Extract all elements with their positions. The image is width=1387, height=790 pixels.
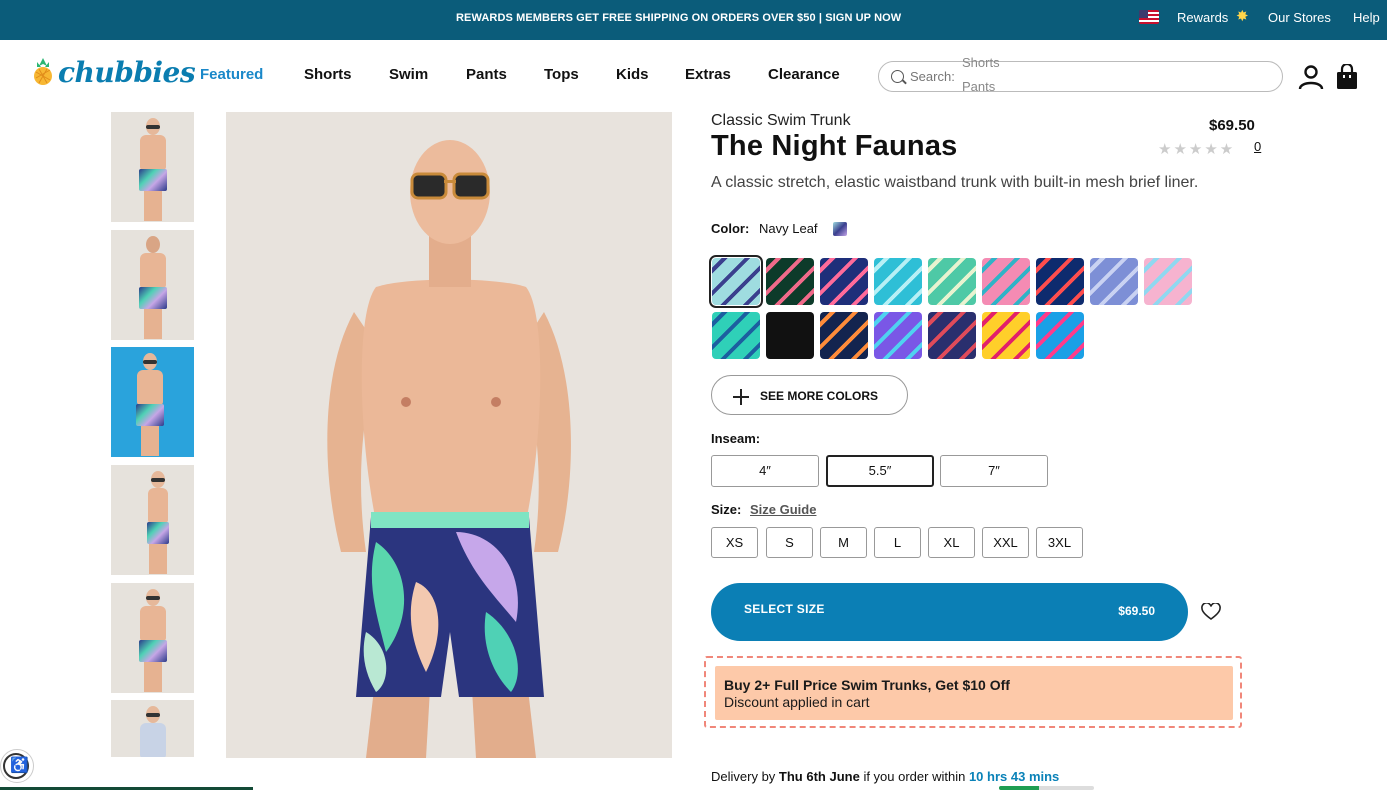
size-option-3xl[interactable]: 3XL <box>1036 527 1083 558</box>
inseam-option-7[interactable]: 7″ <box>940 455 1048 487</box>
our-stores-link[interactable]: Our Stores <box>1268 10 1331 25</box>
color-swatch[interactable] <box>928 258 976 305</box>
discount-promo-banner: Buy 2+ Full Price Swim Trunks, Get $10 O… <box>704 656 1242 728</box>
color-swatch[interactable] <box>709 255 763 308</box>
color-swatch[interactable] <box>982 312 1030 359</box>
product-type: Classic Swim Trunk <box>711 112 851 129</box>
selected-color-swatch <box>833 222 847 236</box>
color-swatch[interactable] <box>928 312 976 359</box>
delivery-date: Thu 6th June <box>778 769 860 784</box>
delivery-middle: if you order within <box>863 769 966 784</box>
rewards-link[interactable]: Rewards <box>1177 10 1228 25</box>
inseam-option-4[interactable]: 4″ <box>711 455 819 487</box>
color-swatch[interactable] <box>874 258 922 305</box>
announcement-bar: REWARDS MEMBERS GET FREE SHIPPING ON ORD… <box>0 0 1387 40</box>
logo-wordmark: chubbies <box>58 56 196 89</box>
help-link[interactable]: Help <box>1353 10 1380 25</box>
accessibility-icon[interactable]: ♿ <box>0 749 34 783</box>
size-option-s[interactable]: S <box>766 527 813 558</box>
thumbnail-back[interactable] <box>111 230 194 340</box>
review-count-link[interactable]: 0 <box>1254 139 1261 154</box>
chubbies-logo[interactable]: chubbies <box>30 56 196 90</box>
inseam-label: Inseam: <box>711 431 761 446</box>
color-swatch[interactable] <box>1036 258 1084 305</box>
color-label: Color: <box>711 221 750 236</box>
size-guide-link[interactable]: Size Guide <box>750 502 816 517</box>
size-label: Size: <box>711 502 742 517</box>
sparkle-star-icon: ✸ <box>1236 8 1249 25</box>
product-price: $69.50 <box>1209 117 1255 134</box>
size-option-m[interactable]: M <box>820 527 867 558</box>
nav-tops[interactable]: Tops <box>544 66 579 83</box>
nav-featured[interactable]: Featured <box>200 66 263 83</box>
color-swatch[interactable] <box>1144 258 1192 305</box>
size-option-xxl[interactable]: XXL <box>982 527 1029 558</box>
nav-kids[interactable]: Kids <box>616 66 649 83</box>
main-product-image[interactable] <box>226 112 672 758</box>
color-swatch[interactable] <box>1036 312 1084 359</box>
color-swatch[interactable] <box>1090 258 1138 305</box>
search-input[interactable]: Search: Shorts Pants <box>878 55 1283 92</box>
select-size-label: SELECT SIZE <box>744 602 825 616</box>
account-icon[interactable] <box>1298 64 1324 90</box>
main-navigation: chubbies Featured Shorts Swim Pants Tops… <box>0 40 1387 112</box>
search-suggestion: Pants <box>962 79 996 91</box>
thumbnail-side[interactable] <box>111 465 194 575</box>
color-swatch[interactable] <box>874 312 922 359</box>
nav-clearance[interactable]: Clearance <box>768 66 840 83</box>
shopping-bag-icon[interactable] <box>1336 64 1358 90</box>
us-flag-icon[interactable] <box>1139 10 1159 24</box>
size-option-l[interactable]: L <box>874 527 921 558</box>
thumbnail-with-shirt[interactable] <box>111 700 194 757</box>
discount-promo-inner: Buy 2+ Full Price Swim Trunks, Get $10 O… <box>715 666 1233 720</box>
product-thumbnails <box>110 112 195 757</box>
color-swatch[interactable] <box>712 312 760 359</box>
size-option-xs[interactable]: XS <box>711 527 758 558</box>
color-swatch[interactable] <box>820 258 868 305</box>
promo-subtitle: Discount applied in cart <box>724 694 870 710</box>
product-description: A classic stretch, elastic waistband tru… <box>711 174 1199 191</box>
plus-icon <box>740 389 742 405</box>
delivery-progress-fill <box>999 786 1039 790</box>
nav-extras[interactable]: Extras <box>685 66 731 83</box>
select-size-button[interactable]: SELECT SIZE $69.50 <box>711 583 1188 641</box>
product-model-illustration <box>226 112 672 758</box>
delivery-prefix: Delivery by <box>711 769 776 784</box>
color-swatch[interactable] <box>766 258 814 305</box>
thumbnail-pool[interactable] <box>111 347 194 457</box>
delivery-countdown: 10 hrs 43 mins <box>968 769 1060 784</box>
thumbnail-front[interactable] <box>111 112 194 222</box>
thumbnail-front-2[interactable] <box>111 583 194 693</box>
nav-pants[interactable]: Pants <box>466 66 507 83</box>
delivery-estimate: Delivery by Thu 6th June if you order wi… <box>711 769 1059 784</box>
inseam-option-5-5[interactable]: 5.5″ <box>826 455 934 487</box>
search-suggestion: Shorts <box>962 55 1000 70</box>
color-swatch[interactable] <box>982 258 1030 305</box>
size-option-xl[interactable]: XL <box>928 527 975 558</box>
product-title: The Night Faunas <box>711 130 958 162</box>
cta-price: $69.50 <box>1118 604 1155 618</box>
delivery-progress-bar <box>999 786 1094 790</box>
search-label: Search: <box>910 69 955 84</box>
search-icon <box>891 70 904 83</box>
free-shipping-promo-link[interactable]: REWARDS MEMBERS GET FREE SHIPPING ON ORD… <box>456 12 901 24</box>
nav-swim[interactable]: Swim <box>389 66 428 83</box>
rating-stars[interactable]: ★★★★★ <box>1158 140 1235 158</box>
see-more-colors-button[interactable]: SEE MORE COLORS <box>711 375 908 415</box>
see-more-colors-label: SEE MORE COLORS <box>760 389 879 403</box>
pineapple-icon <box>34 58 52 85</box>
nav-shorts[interactable]: Shorts <box>304 66 352 83</box>
color-swatch[interactable] <box>766 312 814 359</box>
selected-color-name: Navy Leaf <box>759 221 818 236</box>
color-swatch[interactable] <box>820 312 868 359</box>
heart-icon[interactable] <box>1201 603 1221 621</box>
promo-title: Buy 2+ Full Price Swim Trunks, Get $10 O… <box>724 677 1010 693</box>
